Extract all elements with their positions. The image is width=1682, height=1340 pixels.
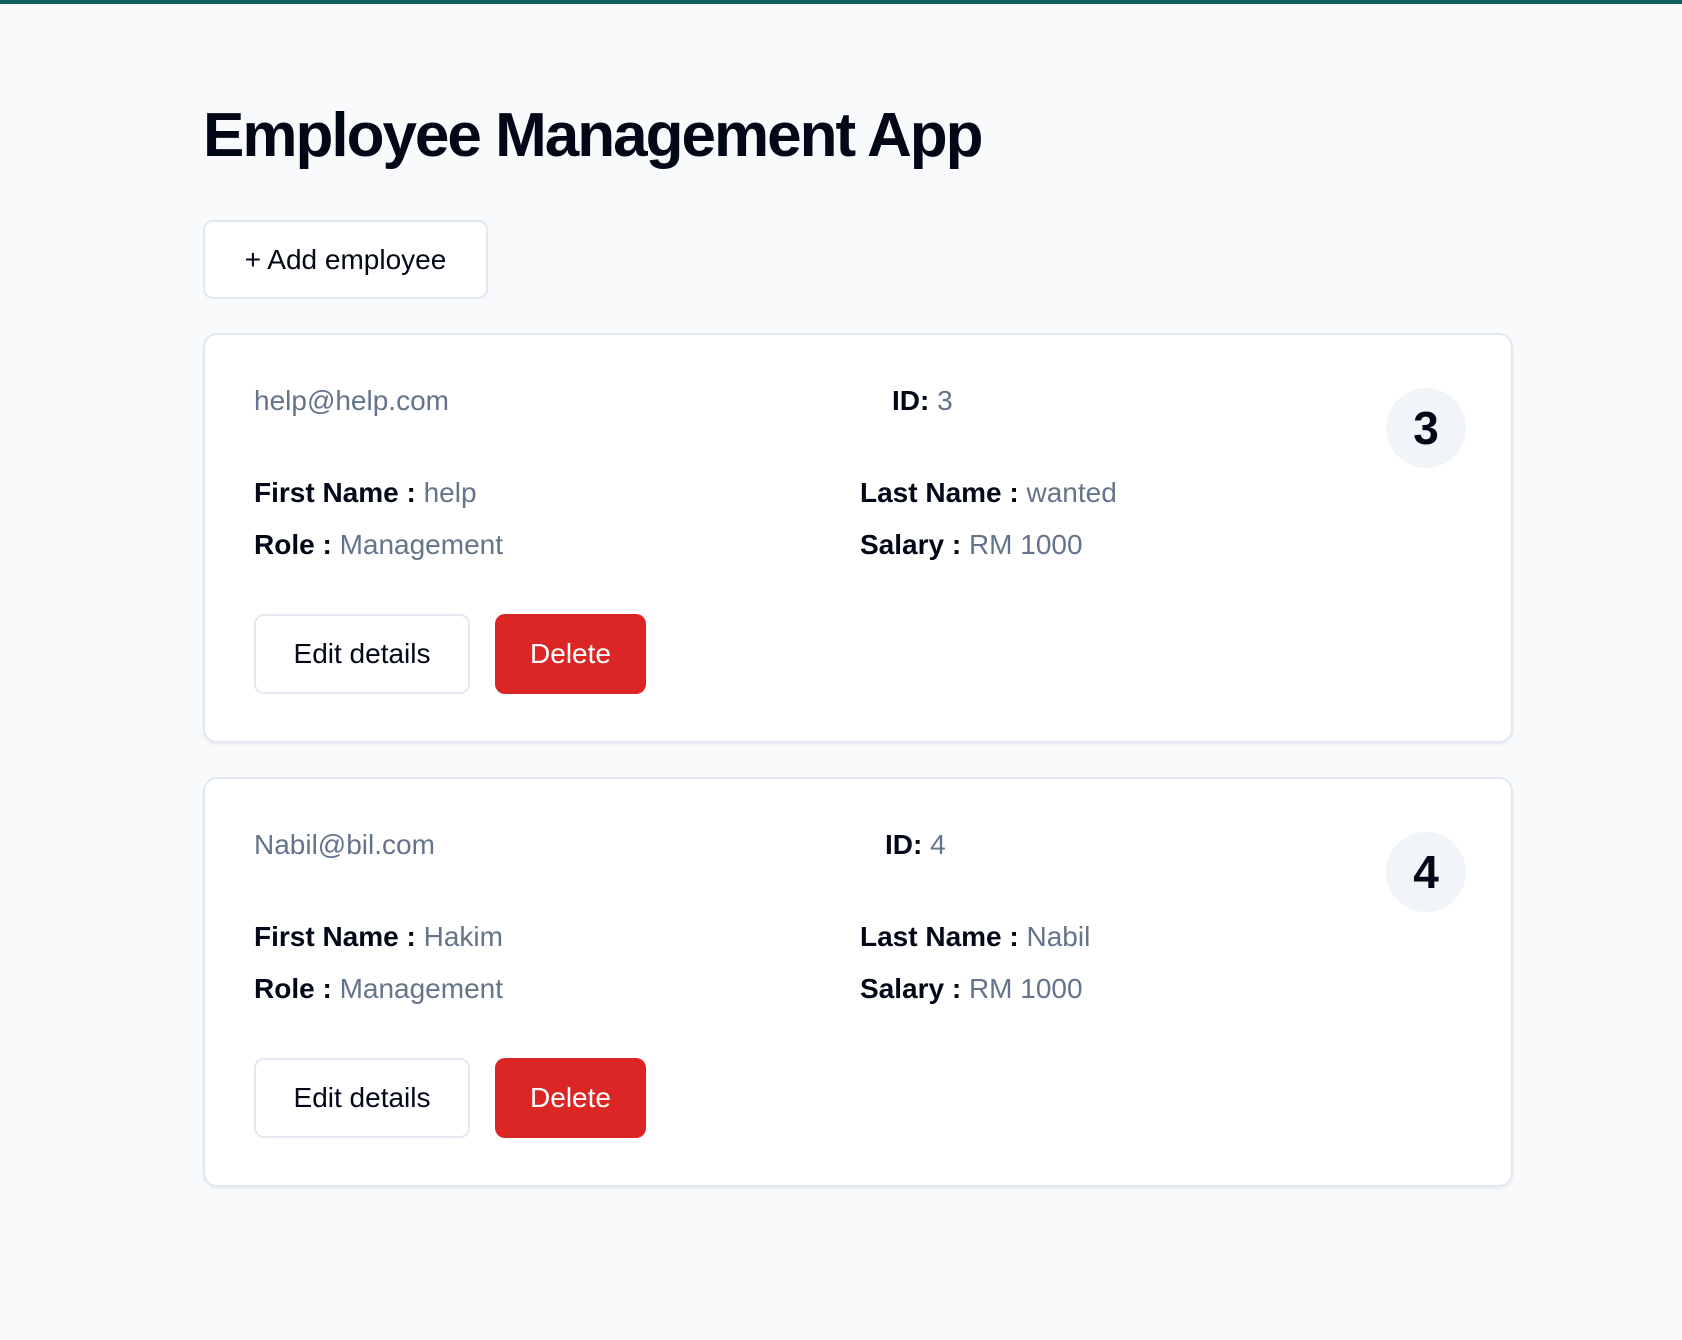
role-field: Role : Management <box>254 529 503 561</box>
edit-details-button[interactable]: Edit details <box>254 614 470 694</box>
salary-label: Salary : <box>860 973 962 1004</box>
last-name-value: Nabil <box>1026 921 1091 952</box>
role-value: Management <box>339 973 503 1004</box>
first-name-label: First Name : <box>254 477 416 508</box>
add-employee-button[interactable]: + Add employee <box>203 220 488 299</box>
edit-details-button[interactable]: Edit details <box>254 1058 470 1138</box>
employee-id: ID: 3 <box>892 385 953 417</box>
employee-email: Nabil@bil.com <box>254 829 435 860</box>
id-label: ID: <box>885 829 923 860</box>
id-value: 3 <box>937 385 953 416</box>
last-name-value: wanted <box>1026 477 1117 508</box>
salary-value: RM 1000 <box>968 973 1083 1004</box>
id-label: ID: <box>892 385 930 416</box>
first-name-value: help <box>423 477 477 508</box>
top-accent-bar <box>0 0 1682 4</box>
last-name-label: Last Name : <box>860 477 1019 508</box>
role-label: Role : <box>254 973 332 1004</box>
first-name-label: First Name : <box>254 921 416 952</box>
delete-button[interactable]: Delete <box>495 1058 646 1138</box>
role-field: Role : Management <box>254 973 503 1005</box>
role-value: Management <box>339 529 503 560</box>
first-name-field: First Name : Hakim <box>254 921 503 953</box>
employee-id: ID: 4 <box>885 829 946 861</box>
first-name-value: Hakim <box>423 921 503 952</box>
employee-card: Nabil@bil.com ID: 4 4 First Name : Hakim… <box>203 777 1513 1187</box>
avatar: 3 <box>1386 388 1466 468</box>
avatar: 4 <box>1386 832 1466 912</box>
salary-field: Salary : RM 1000 <box>860 529 1083 561</box>
id-value: 4 <box>930 829 946 860</box>
last-name-field: Last Name : wanted <box>860 477 1117 509</box>
employee-card: help@help.com ID: 3 3 First Name : help … <box>203 333 1513 743</box>
first-name-field: First Name : help <box>254 477 477 509</box>
employee-email: help@help.com <box>254 385 449 416</box>
page-title: Employee Management App <box>203 101 984 170</box>
last-name-field: Last Name : Nabil <box>860 921 1090 953</box>
salary-field: Salary : RM 1000 <box>860 973 1083 1005</box>
delete-button[interactable]: Delete <box>495 614 646 694</box>
role-label: Role : <box>254 529 332 560</box>
salary-value: RM 1000 <box>968 529 1083 560</box>
last-name-label: Last Name : <box>860 921 1019 952</box>
salary-label: Salary : <box>860 529 962 560</box>
